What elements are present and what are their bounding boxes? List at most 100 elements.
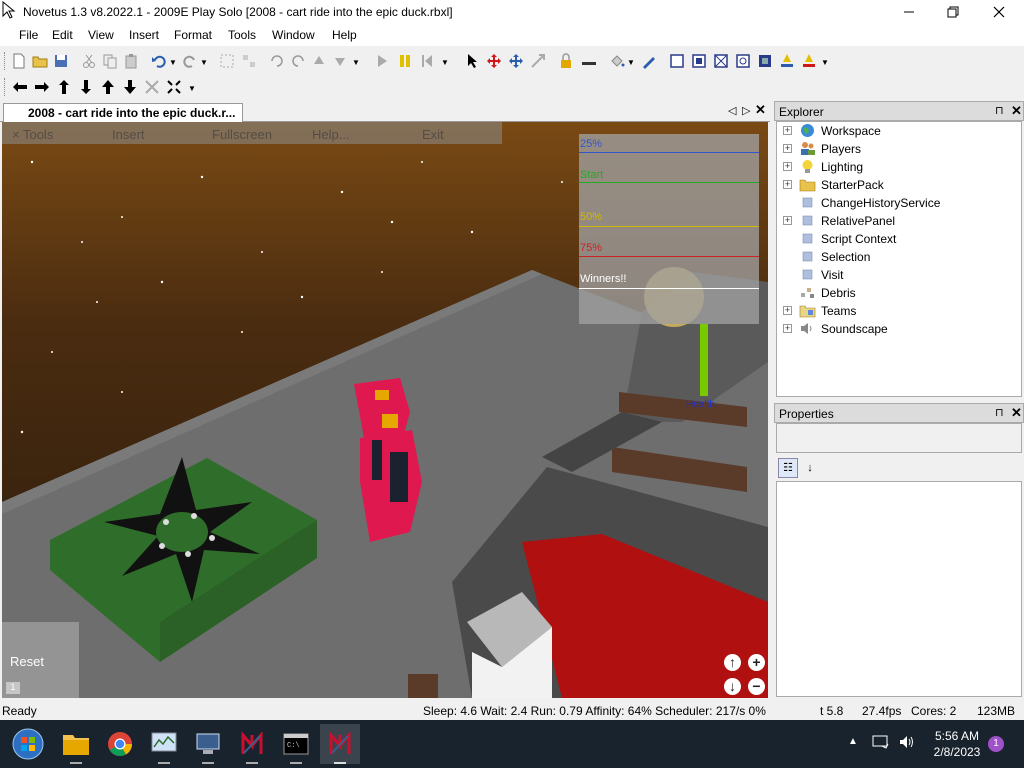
resize-tool-icon[interactable] — [507, 52, 525, 70]
close-tab-icon[interactable]: ✕ — [755, 102, 766, 118]
zoom-in-button[interactable]: + — [748, 654, 765, 671]
tree-item-starterpack[interactable]: + StarterPack — [777, 176, 1021, 194]
smooth-icon[interactable] — [690, 52, 708, 70]
expand-icon[interactable]: + — [783, 180, 792, 189]
toolbar-overflow-icon[interactable]: ▼ — [351, 58, 361, 72]
move-tool-icon[interactable] — [485, 52, 503, 70]
network-icon[interactable] — [188, 724, 228, 764]
ungroup-icon[interactable] — [240, 52, 258, 70]
menu-help[interactable]: Help — [332, 28, 357, 42]
tree-item-workspace[interactable]: + Workspace — [777, 122, 1021, 140]
start-orb-icon[interactable] — [6, 724, 50, 764]
menu-window[interactable]: Window — [272, 28, 315, 42]
tree-item-visit[interactable]: Visit — [777, 266, 1021, 284]
toolbar-grip[interactable] — [4, 78, 7, 96]
game-menu-insert[interactable]: Insert — [112, 127, 145, 142]
pin-icon[interactable]: ⊓ — [995, 406, 1004, 419]
game-menu-tools[interactable]: × Tools — [12, 127, 53, 142]
pause-icon[interactable] — [396, 52, 414, 70]
glue-icon[interactable] — [712, 52, 730, 70]
hinge-icon[interactable] — [778, 52, 796, 70]
pin-icon[interactable]: ⊓ — [995, 104, 1004, 117]
group-icon[interactable] — [218, 52, 236, 70]
system-clock[interactable]: 5:56 AM 2/8/2023 — [927, 728, 987, 760]
menu-format[interactable]: Format — [174, 28, 212, 42]
expand-icon[interactable]: + — [783, 144, 792, 153]
tree-item-changehistoryservice[interactable]: ChangeHistoryService — [777, 194, 1021, 212]
task-manager-icon[interactable] — [144, 724, 184, 764]
reset-button[interactable]: Reset 1 — [2, 622, 79, 698]
zoom-extents-icon[interactable] — [143, 78, 161, 96]
play-icon[interactable] — [373, 52, 391, 70]
toolbar-grip[interactable] — [4, 52, 7, 70]
tree-item-script-context[interactable]: Script Context — [777, 230, 1021, 248]
zoom-in-arrow-icon[interactable] — [99, 78, 117, 96]
volume-icon[interactable] — [898, 734, 916, 753]
menu-tools[interactable]: Tools — [228, 28, 256, 42]
novetus-icon[interactable] — [232, 724, 272, 764]
tree-item-soundscape[interactable]: + Soundscape — [777, 320, 1021, 338]
select-tool-icon[interactable] — [464, 52, 482, 70]
surface-icon[interactable] — [668, 52, 686, 70]
document-tab[interactable]: 2008 - cart ride into the epic duck.r... — [3, 103, 243, 123]
tilt-down-icon[interactable] — [77, 78, 95, 96]
game-viewport[interactable]: × Tools Insert Fullscreen Help... Exit 2… — [2, 122, 768, 698]
save-icon[interactable] — [52, 52, 70, 70]
undo-dropdown-icon[interactable]: ▼ — [168, 58, 178, 72]
camera-down-button[interactable]: ↓ — [724, 678, 741, 695]
menu-view[interactable]: View — [88, 28, 114, 42]
close-explorer-icon[interactable]: ✕ — [1011, 103, 1022, 119]
menu-edit[interactable]: Edit — [52, 28, 73, 42]
new-file-icon[interactable] — [10, 52, 28, 70]
tilt-up-icon[interactable] — [55, 78, 73, 96]
terminal-icon[interactable]: C:\ — [276, 724, 316, 764]
drag-tool-icon[interactable] — [529, 52, 547, 70]
game-menu-exit[interactable]: Exit — [422, 127, 444, 142]
move-up-icon[interactable] — [310, 52, 328, 70]
expand-icon[interactable]: + — [783, 324, 792, 333]
zoom-out-button[interactable]: − — [748, 678, 765, 695]
sort-alpha-icon[interactable]: ↓ — [800, 458, 820, 478]
categorized-view-icon[interactable]: ☷ — [778, 458, 798, 478]
cut-icon[interactable] — [80, 52, 98, 70]
tree-item-players[interactable]: + Players — [777, 140, 1021, 158]
properties-object-field[interactable] — [776, 423, 1022, 453]
redo-dropdown-icon[interactable]: ▼ — [199, 58, 209, 72]
tray-overflow-icon[interactable]: ▲ — [848, 736, 858, 747]
paint-icon[interactable] — [608, 52, 626, 70]
expand-icon[interactable]: + — [783, 216, 792, 225]
game-menu-help[interactable]: Help... — [312, 127, 350, 142]
menu-insert[interactable]: Insert — [129, 28, 159, 42]
tree-item-relativepanel[interactable]: + RelativePanel — [777, 212, 1021, 230]
lock-icon[interactable] — [557, 52, 575, 70]
menu-file[interactable]: File — [19, 28, 38, 42]
tree-item-debris[interactable]: Debris — [777, 284, 1021, 302]
rotate-icon[interactable] — [268, 52, 286, 70]
pan-right-icon[interactable] — [33, 78, 51, 96]
notification-badge[interactable]: 1 — [988, 736, 1004, 752]
studs-icon[interactable] — [756, 52, 774, 70]
novetus-active-icon[interactable] — [320, 724, 360, 764]
open-folder-icon[interactable] — [31, 52, 49, 70]
action-center-icon[interactable] — [872, 734, 890, 753]
tree-item-selection[interactable]: Selection — [777, 248, 1021, 266]
toolbar-overflow-icon[interactable]: ▼ — [187, 84, 197, 98]
camera-up-button[interactable]: ↑ — [724, 654, 741, 671]
pan-left-icon[interactable] — [11, 78, 29, 96]
motor-icon[interactable] — [800, 52, 818, 70]
undo-icon[interactable] — [150, 52, 168, 70]
chrome-icon[interactable] — [100, 724, 140, 764]
redo-icon[interactable] — [181, 52, 199, 70]
maximize-button[interactable] — [930, 0, 976, 24]
tree-item-teams[interactable]: + Teams — [777, 302, 1021, 320]
material-icon[interactable] — [640, 52, 658, 70]
weld-icon[interactable] — [734, 52, 752, 70]
copy-icon[interactable] — [101, 52, 119, 70]
close-button[interactable] — [976, 0, 1022, 24]
paste-icon[interactable] — [122, 52, 140, 70]
expand-icon[interactable]: + — [783, 162, 792, 171]
reset-sim-icon[interactable] — [418, 52, 436, 70]
expand-icon[interactable]: + — [783, 126, 792, 135]
expand-icon[interactable]: + — [783, 306, 792, 315]
move-down-icon[interactable] — [331, 52, 349, 70]
